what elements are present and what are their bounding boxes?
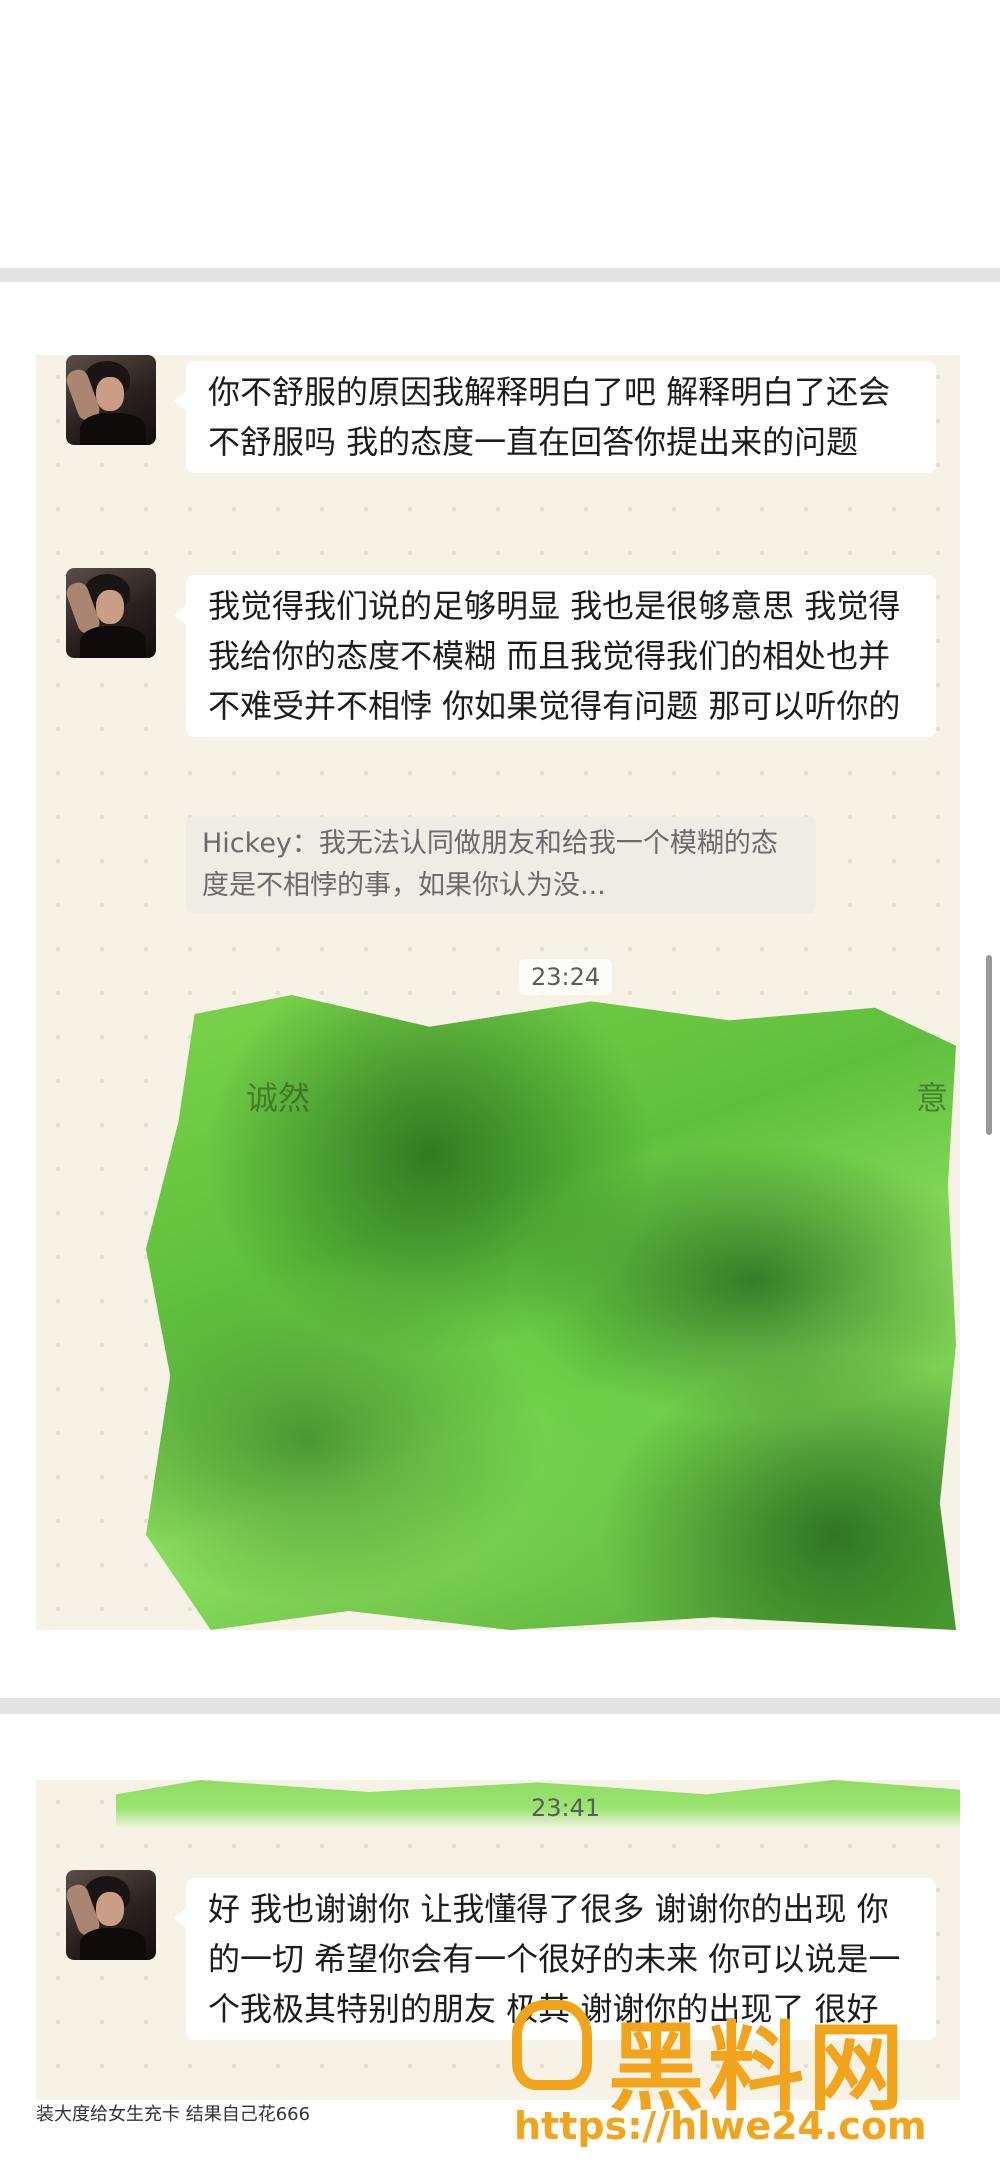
timestamp: 23:41	[531, 1794, 601, 1822]
obscured-text-fragment: 诚然	[246, 1079, 311, 1117]
message-text: 你不舒服的原因我解释明白了吧 解释明白了还会不舒服吗 我的态度一直在回答你提出来…	[208, 373, 891, 461]
caption-text: 装大度给女生充卡 结果自己花666	[36, 2104, 311, 2125]
contact-avatar[interactable]	[66, 355, 156, 445]
section-divider	[0, 268, 1000, 282]
timestamp: 23:24	[519, 959, 613, 995]
section-divider	[0, 1698, 1000, 1714]
chat-screenshot-1: 你不舒服的原因我解释明白了吧 解释明白了还会不舒服吗 我的态度一直在回答你提出来…	[36, 355, 960, 1630]
contact-avatar[interactable]	[66, 1870, 156, 1960]
watermark-url: https://hlwe24.com	[514, 2104, 927, 2148]
watermark-logo-icon	[512, 2000, 592, 2090]
quoted-reply[interactable]: Hickey：我无法认同做朋友和给我一个模糊的态度是不相悖的事，如果你认为没..…	[186, 817, 816, 913]
message-text: 我觉得我们说的足够明显 我也是很够意思 我觉得我给你的态度不模糊 而且我觉得我们…	[208, 587, 901, 725]
quoted-reply-text: Hickey：我无法认同做朋友和给我一个模糊的态度是不相悖的事，如果你认为没..…	[202, 828, 778, 901]
obscured-text-fragment: 意	[916, 1079, 949, 1117]
message-bubble[interactable]: 我觉得我们说的足够明显 我也是很够意思 我觉得我给你的态度不模糊 而且我觉得我们…	[174, 575, 936, 737]
message-bubble[interactable]: 你不舒服的原因我解释明白了吧 解释明白了还会不舒服吗 我的态度一直在回答你提出来…	[174, 361, 936, 473]
contact-avatar[interactable]	[66, 568, 156, 658]
scrollbar[interactable]	[986, 955, 992, 1135]
